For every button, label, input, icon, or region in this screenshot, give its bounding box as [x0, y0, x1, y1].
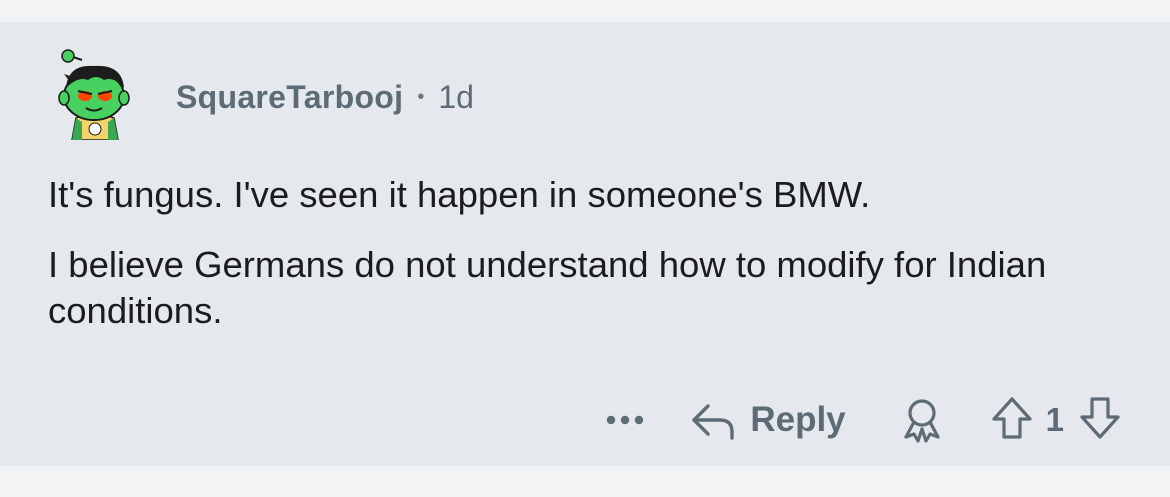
- award-button[interactable]: [900, 397, 944, 443]
- comment-card: SquareTarbooj • 1d It's fungus. I've see…: [0, 22, 1170, 466]
- author-username[interactable]: SquareTarbooj: [176, 79, 403, 116]
- comment-age: 1d: [438, 78, 474, 115]
- downvote-button[interactable]: [1078, 395, 1122, 446]
- snoo-avatar-icon: [58, 49, 130, 141]
- reply-button[interactable]: Reply: [690, 400, 846, 440]
- reply-label: Reply: [750, 400, 846, 439]
- comment-body: It's fungus. I've seen it happen in some…: [48, 172, 1128, 358]
- ellipsis-icon: [607, 415, 644, 425]
- comment-actions: Reply 1: [604, 392, 1122, 448]
- vote-score: 1: [1045, 401, 1064, 438]
- downvote-arrow-icon: [1080, 396, 1120, 439]
- comment-paragraph: It's fungus. I've seen it happen in some…: [48, 174, 871, 215]
- upvote-arrow-icon: [992, 396, 1032, 439]
- upvote-button[interactable]: [990, 395, 1034, 446]
- vote-controls: 1: [990, 395, 1122, 446]
- meta-separator: •: [417, 85, 425, 108]
- comment-paragraph: I believe Germans do not understand how …: [48, 244, 1047, 331]
- comment-meta: SquareTarbooj • 1d: [176, 77, 474, 117]
- award-icon: [904, 399, 940, 443]
- avatar[interactable]: [48, 48, 140, 141]
- more-options-button[interactable]: [604, 405, 646, 435]
- reply-arrow-icon: [692, 404, 735, 440]
